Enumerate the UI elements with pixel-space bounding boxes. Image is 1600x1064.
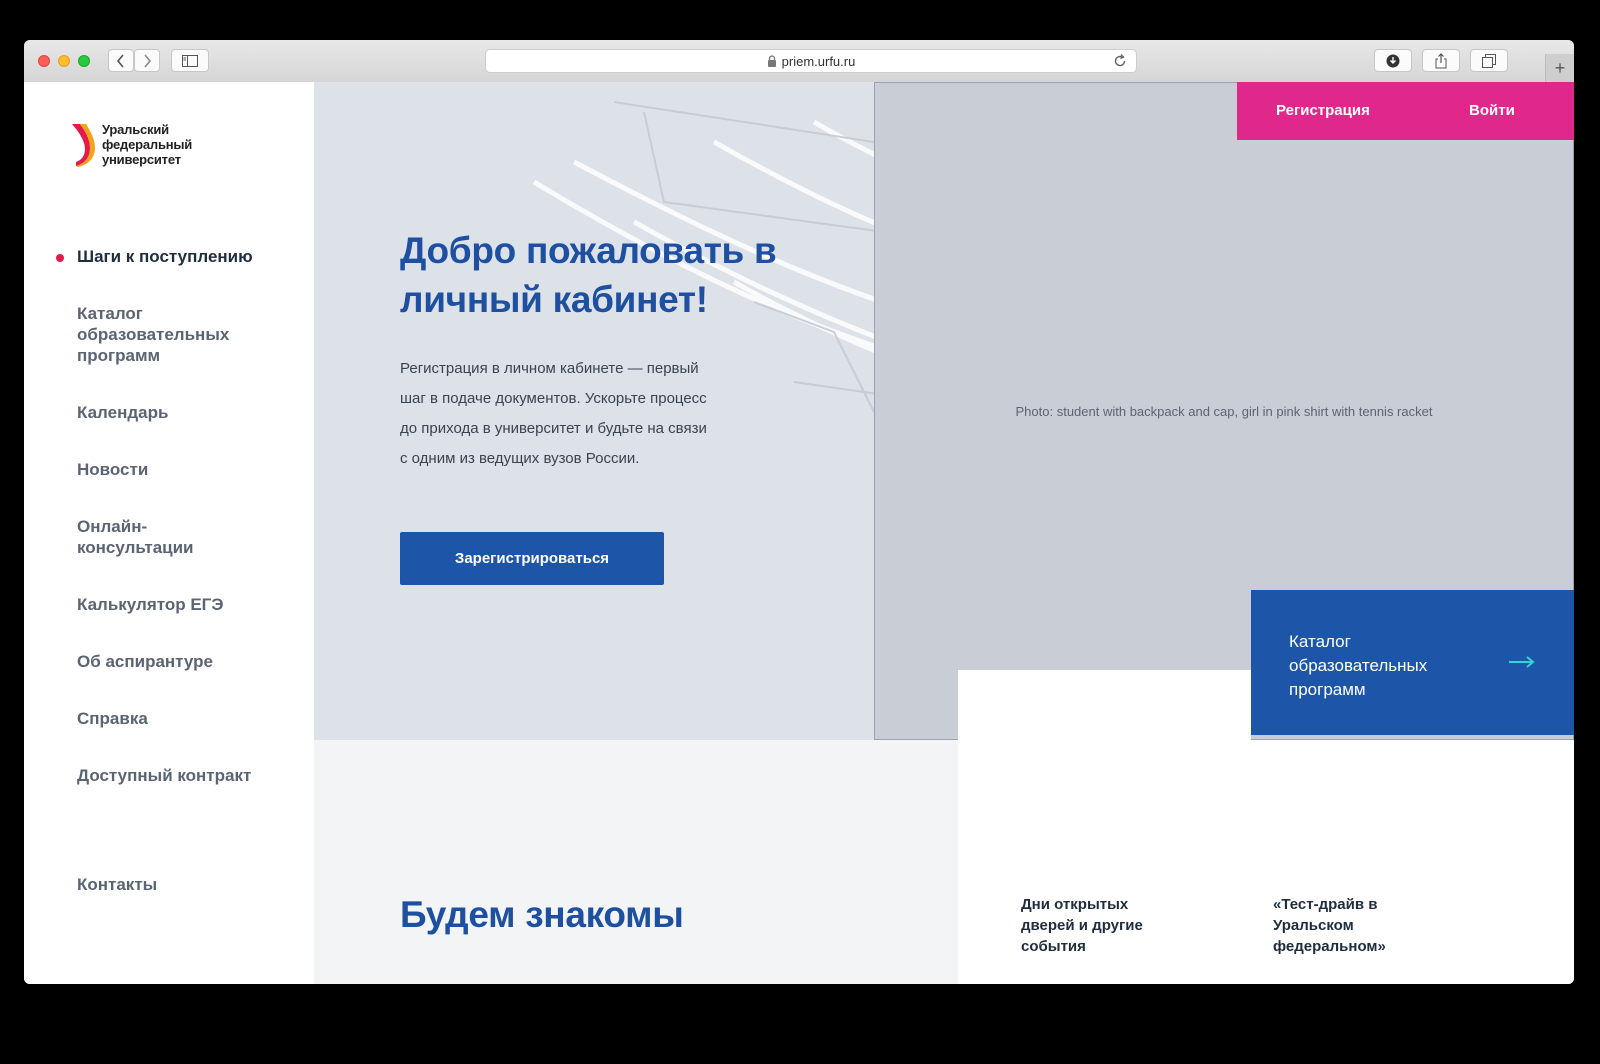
logo-line: университет bbox=[102, 152, 181, 167]
url-text: priem.urfu.ru bbox=[781, 53, 856, 69]
back-button[interactable] bbox=[108, 49, 134, 72]
hero-description: Регистрация в личном кабинете — первый ш… bbox=[400, 360, 707, 467]
nav-item-affordable-contract[interactable]: Доступный контракт bbox=[77, 765, 297, 786]
event-card-open-days[interactable]: Дни открытых дверей и другие события bbox=[1021, 894, 1181, 957]
nav-item-help[interactable]: Справка bbox=[77, 708, 297, 729]
plus-icon: + bbox=[1554, 57, 1566, 78]
event-card-test-drive[interactable]: «Тест-драйв в Уральском федеральном» bbox=[1273, 894, 1433, 957]
login-link[interactable]: Войти bbox=[1469, 102, 1515, 119]
forward-button[interactable] bbox=[134, 49, 160, 72]
nav-item-calendar[interactable]: Календарь bbox=[77, 402, 297, 423]
new-tab-button[interactable]: + bbox=[1545, 54, 1574, 82]
section-title: Будем знакомы bbox=[400, 894, 684, 935]
chevron-right-icon bbox=[144, 53, 152, 68]
reload-icon[interactable] bbox=[1112, 53, 1128, 69]
share-button[interactable] bbox=[1422, 49, 1460, 72]
sidebar-toggle-button[interactable] bbox=[171, 49, 209, 72]
nav-item-ege-calculator[interactable]: Калькулятор ЕГЭ bbox=[77, 594, 297, 615]
nav-item-catalog[interactable]: Каталог образовательных программ bbox=[77, 303, 247, 366]
arrow-right-icon bbox=[1509, 656, 1535, 668]
logo-line: федеральный bbox=[102, 137, 193, 152]
university-logo[interactable]: Уральский федеральный университет bbox=[70, 122, 212, 168]
hero-title: Добро пожаловать в личный кабинет! bbox=[400, 230, 777, 320]
nav-item-news[interactable]: Новости bbox=[77, 459, 297, 480]
chevron-left-icon bbox=[116, 53, 124, 68]
sidebar: Уральский федеральный университет Шаги к… bbox=[24, 82, 314, 984]
address-bar[interactable]: priem.urfu.ru bbox=[485, 49, 1137, 73]
auth-bar: Регистрация Войти bbox=[1237, 82, 1574, 140]
downloads-button[interactable] bbox=[1374, 49, 1412, 72]
catalog-card-label: Каталог образовательных программ bbox=[1289, 632, 1428, 699]
register-link[interactable]: Регистрация bbox=[1276, 102, 1370, 119]
register-cta-button[interactable]: Зарегистрироваться bbox=[400, 532, 664, 585]
white-panel bbox=[958, 670, 1251, 740]
tabs-overview-button[interactable] bbox=[1470, 49, 1508, 72]
nav-item-online-consultations[interactable]: Онлайн-консультации bbox=[77, 516, 207, 558]
close-window-button[interactable] bbox=[38, 55, 50, 67]
urfu-logo-icon bbox=[72, 124, 95, 167]
download-icon bbox=[1386, 54, 1400, 67]
web-page: Добро пожаловать в личный кабинет! Регис… bbox=[24, 82, 1574, 984]
active-indicator-dot bbox=[56, 254, 64, 262]
sidebar-icon bbox=[182, 54, 198, 67]
nav-item-contacts[interactable]: Контакты bbox=[77, 874, 297, 895]
logo-line: Уральский bbox=[102, 122, 169, 137]
zoom-window-button[interactable] bbox=[78, 55, 90, 67]
minimize-window-button[interactable] bbox=[58, 55, 70, 67]
catalog-card[interactable]: Каталог образовательных программ bbox=[1251, 590, 1574, 735]
lock-icon bbox=[767, 55, 776, 67]
events-section: Дни открытых дверей и другие события «Те… bbox=[958, 740, 1574, 984]
hero-photo-label: Photo: student with backpack and cap, gi… bbox=[1015, 403, 1433, 419]
share-icon bbox=[1435, 52, 1447, 68]
acquaintance-section: Будем знакомы bbox=[314, 740, 958, 984]
browser-toolbar: priem.urfu.ru + bbox=[24, 40, 1574, 83]
nav-item-postgraduate[interactable]: Об аспирантуре bbox=[77, 651, 297, 672]
logo-text: Уральский федеральный университет bbox=[102, 122, 212, 168]
browser-window: priem.urfu.ru + Добро пожаловать в личны… bbox=[24, 40, 1574, 984]
nav-item-admission-steps[interactable]: Шаги к поступлению bbox=[77, 246, 297, 267]
tabs-icon bbox=[1482, 53, 1496, 68]
